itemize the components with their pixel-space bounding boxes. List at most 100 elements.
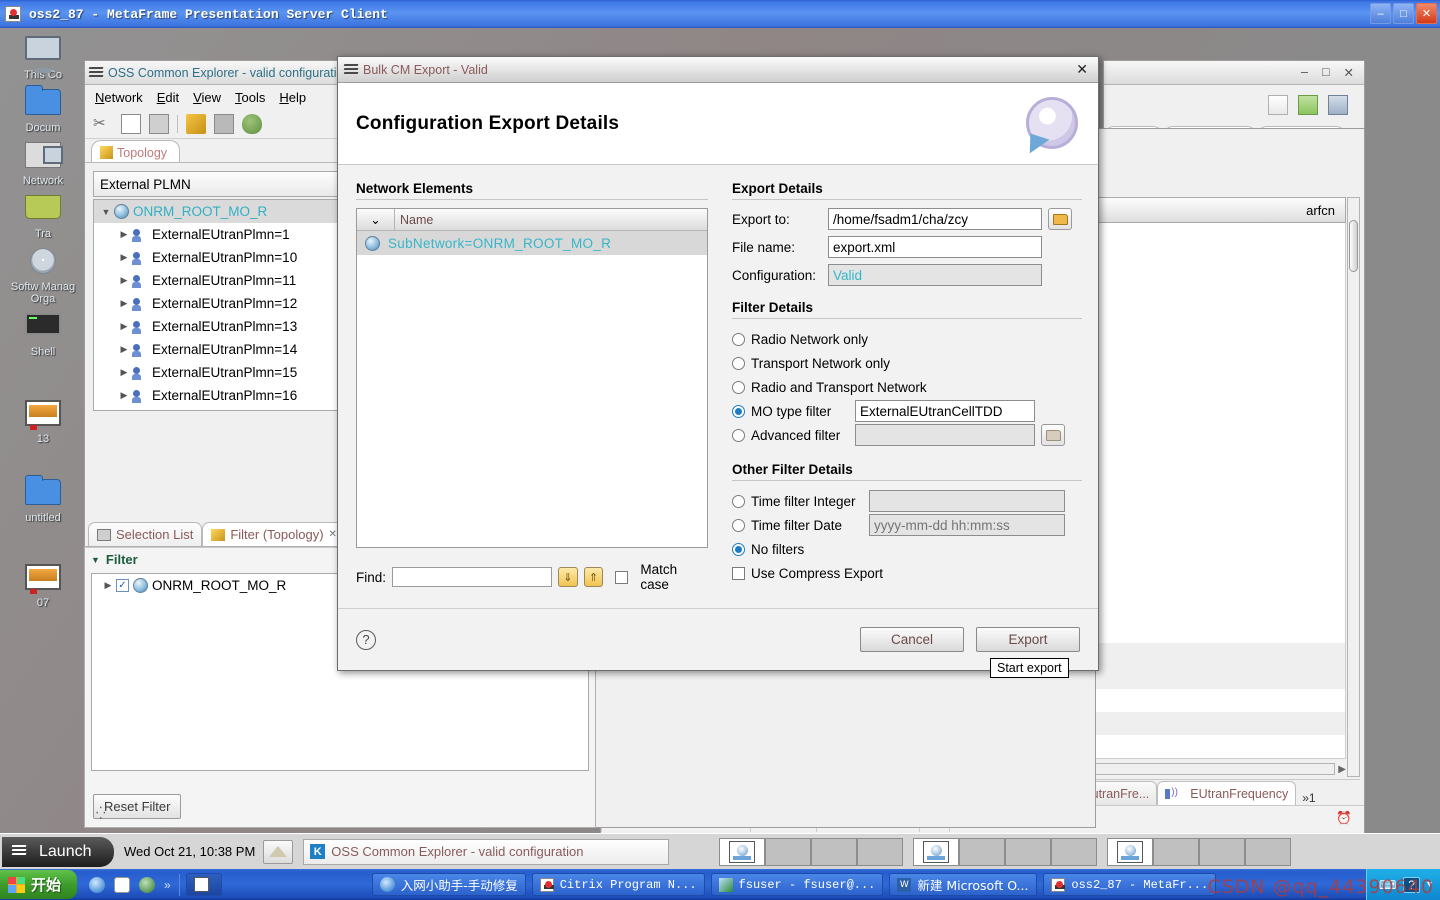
tab-selection-list[interactable]: Selection List (88, 522, 203, 546)
radio-network-only-radio[interactable] (732, 332, 745, 346)
column-header-name[interactable]: Name (395, 209, 707, 230)
palette-icon[interactable] (242, 113, 262, 134)
radio-and-transport-network-option[interactable]: Radio and Transport Network (732, 375, 1082, 399)
secondary-minimize-button[interactable]: – (1301, 65, 1308, 80)
chevron-right-icon[interactable]: ▶ (116, 298, 132, 309)
paste-icon[interactable] (149, 113, 169, 134)
desktop-icon-network[interactable]: Network (0, 142, 86, 187)
desktop-icon-recycle-bin[interactable]: Tra (0, 195, 86, 240)
menu-edit[interactable]: Edit (157, 90, 179, 105)
chevron-right-icon[interactable]: ▶ (116, 367, 132, 378)
taskbar-button-oss287[interactable]: oss2_87 - MetaFr... (1043, 873, 1217, 896)
chevron-down-icon[interactable]: ▼ (91, 555, 100, 565)
find-next-button[interactable]: ⇓ (558, 567, 578, 587)
chevron-down-icon[interactable]: ▼ (98, 207, 114, 217)
time-filter-integer-radio[interactable] (732, 494, 745, 508)
chart-icon[interactable] (1298, 95, 1318, 115)
virtual-desktop-12[interactable] (1245, 837, 1292, 866)
desktop-icon-documents[interactable]: Docum (0, 89, 86, 134)
taskbar-active-window[interactable] (185, 873, 222, 896)
launch-button[interactable]: Launch (2, 836, 114, 867)
virtual-desktop-5[interactable] (913, 837, 960, 866)
chevron-right-icon[interactable]: ▶ (116, 275, 132, 286)
virtual-desktop-4[interactable] (857, 837, 904, 866)
advanced-filter-option[interactable]: Advanced filter (732, 423, 1082, 447)
secondary-maximize-button[interactable]: □ (1322, 65, 1330, 80)
reset-filter-button[interactable]: Reset Filter (93, 794, 182, 819)
taskbar-button-citrix[interactable]: Citrix Program N... (531, 873, 705, 896)
network-elements-list[interactable]: ⌄ Name SubNetwork=ONRM_ROOT_MO_R (356, 208, 708, 548)
file-name-input[interactable] (828, 236, 1042, 258)
radio-and-transport-network-radio[interactable] (732, 380, 745, 394)
chevron-right-icon[interactable]: ▶ (116, 390, 132, 401)
match-case-checkbox[interactable] (615, 570, 629, 584)
copy-icon[interactable] (121, 113, 141, 134)
mo-type-filter-option[interactable]: MO type filter (732, 399, 1082, 423)
start-button[interactable]: 开始 (0, 870, 78, 899)
menu-view[interactable]: View (193, 90, 221, 105)
scroll-right-icon[interactable]: ▶ (1338, 764, 1346, 775)
taskbar-button-office-doc[interactable]: W 新建 Microsoft O... (889, 873, 1038, 896)
find-input[interactable] (392, 567, 553, 587)
cancel-button[interactable]: Cancel (860, 627, 964, 652)
cut-icon[interactable]: ✂ (93, 114, 113, 134)
tab-topology[interactable]: Topology (91, 140, 181, 162)
taskbar-button-fsuser[interactable]: fsuser - fsuser@... (710, 873, 884, 896)
virtual-desktop-2[interactable] (765, 837, 812, 866)
tab-close-icon[interactable]: ✕ (329, 529, 337, 540)
find-previous-button[interactable]: ⇑ (583, 567, 604, 587)
radio-network-only-option[interactable]: Radio Network only (732, 327, 1082, 351)
desktop-icon-shell[interactable]: Shell (0, 313, 86, 358)
menu-tools[interactable]: Tools (235, 90, 265, 105)
new-view-icon[interactable] (1268, 95, 1288, 115)
time-filter-integer-option[interactable]: Time filter Integer (732, 489, 1082, 513)
browser-icon[interactable] (139, 876, 156, 893)
virtual-desktop-6[interactable] (959, 837, 1006, 866)
taskbar-window-oss-explorer[interactable]: K OSS Common Explorer - valid configurat… (303, 838, 670, 865)
chevron-right-icon[interactable]: ▶ (116, 229, 132, 240)
wand-icon[interactable] (186, 113, 206, 134)
virtual-desktop-3[interactable] (811, 837, 858, 866)
virtual-desktop-8[interactable] (1051, 837, 1098, 866)
filter-node-checkbox[interactable]: ✓ (116, 579, 129, 592)
desktop-icon-software[interactable]: Softw Manag Orga (0, 248, 86, 305)
export-to-input[interactable] (828, 208, 1042, 230)
taskbar-button-network-helper[interactable]: 入网小助手-手动修复 (371, 873, 526, 896)
export-button[interactable]: Export (976, 627, 1080, 652)
desktop-icon-doc-13[interactable]: 13 (0, 400, 86, 445)
desktop-icon-my-computer[interactable]: This Co (0, 36, 86, 81)
chevron-right-icon[interactable]: ▶ (116, 321, 132, 332)
virtual-desktop-7[interactable] (1005, 837, 1052, 866)
citrix-maximize-button[interactable]: □ (1393, 3, 1414, 24)
sort-chevron-icon[interactable]: ⌄ (357, 209, 395, 230)
transport-network-only-option[interactable]: Transport Network only (732, 351, 1082, 375)
grid-icon[interactable] (214, 113, 234, 134)
citrix-minimize-button[interactable]: – (1370, 3, 1391, 24)
vertical-scrollbar[interactable] (1347, 197, 1360, 777)
virtual-desktop-1[interactable] (719, 837, 766, 866)
tab-overflow-button[interactable]: »1 (1296, 791, 1321, 805)
refresh-view-icon[interactable] (1328, 95, 1348, 115)
browse-export-path-button[interactable] (1048, 208, 1072, 230)
transport-network-only-radio[interactable] (732, 356, 745, 370)
network-element-row[interactable]: SubNetwork=ONRM_ROOT_MO_R (357, 231, 707, 255)
time-filter-date-radio[interactable] (732, 518, 745, 532)
use-compress-export-checkbox[interactable] (732, 566, 745, 580)
mo-type-filter-input[interactable] (855, 400, 1035, 422)
menu-help[interactable]: Help (279, 90, 306, 105)
secondary-close-button[interactable]: ✕ (1344, 65, 1354, 80)
dialog-close-button[interactable]: ✕ (1076, 61, 1088, 78)
chevron-right-icon[interactable]: ▶ (116, 344, 132, 355)
advanced-filter-radio[interactable] (732, 428, 745, 442)
desktop-icon-untitled[interactable]: untitled (0, 479, 86, 524)
chevron-right-icon[interactable]: ▶ (100, 580, 116, 591)
virtual-desktop-10[interactable] (1153, 837, 1200, 866)
show-desktop-icon[interactable] (263, 839, 294, 864)
no-filters-option[interactable]: No filters (732, 537, 1082, 561)
tab-filter-topology[interactable]: Filter (Topology) ✕ (202, 522, 346, 546)
no-filters-radio[interactable] (732, 542, 745, 556)
tab-eutran-frequency[interactable]: EUtranFrequency (1157, 781, 1297, 805)
notes-icon[interactable] (114, 876, 131, 893)
chevron-right-icon[interactable]: ▶ (116, 252, 132, 263)
ie-icon[interactable] (89, 876, 106, 893)
